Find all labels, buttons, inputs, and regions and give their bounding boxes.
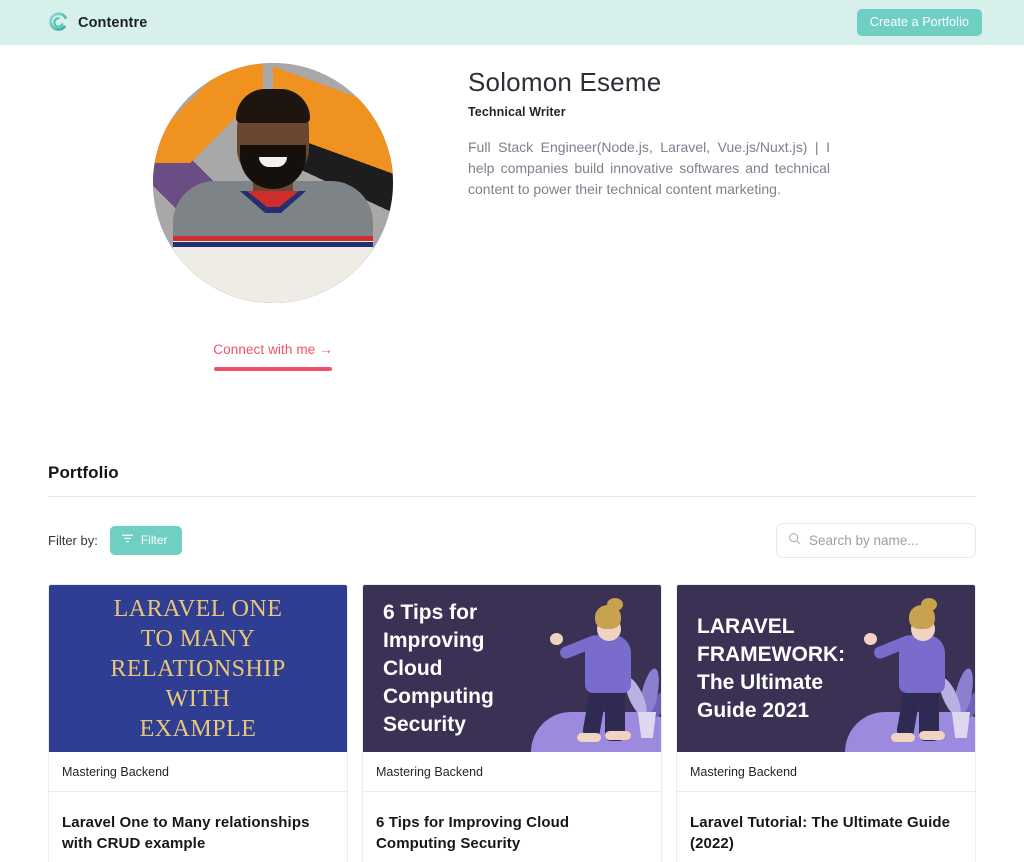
contentre-c-logo-icon: [48, 12, 69, 33]
top-header-bar: Contentre Create a Portfolio: [0, 0, 1024, 45]
profile-section: Connect with me → Solomon Eseme Technica…: [0, 45, 1024, 371]
search-icon: [788, 532, 801, 550]
profile-name: Solomon Eseme: [468, 67, 662, 97]
brand-name-label: Contentre: [78, 14, 148, 31]
brand-logo-group[interactable]: Contentre: [48, 12, 147, 33]
card-source-label: Mastering Backend: [49, 752, 347, 792]
card-source-label: Mastering Backend: [363, 752, 661, 792]
page-title: Portfolio: [48, 463, 119, 482]
search-input[interactable]: [809, 533, 964, 548]
card-thumbnail-text: LARAVEL FRAMEWORK: The Ultimate Guide 20…: [697, 614, 846, 722]
portfolio-card[interactable]: LARAVEL ONE TO MANY RELATIONSHIP WITH EX…: [48, 584, 348, 862]
avatar-person-illustration: [153, 63, 393, 303]
portfolio-card-grid: LARAVEL ONE TO MANY RELATIONSHIP WITH EX…: [48, 584, 976, 862]
portfolio-controls: Filter by: Filter: [48, 523, 976, 558]
card-body: Laravel One to Many relationships with C…: [49, 792, 347, 862]
create-portfolio-button[interactable]: Create a Portfolio: [856, 9, 982, 36]
filter-button-label: Filter: [140, 533, 168, 547]
card-title: 6 Tips for Improving Cloud Computing Sec…: [376, 814, 570, 852]
filter-by-label: Filter by:: [48, 533, 98, 548]
card-title: Laravel One to Many relationships with C…: [62, 814, 310, 852]
card-body: Laravel Tutorial: The Ultimate Guide (20…: [677, 792, 975, 862]
card-thumbnail: 6 Tips for Improving Cloud Computing Sec…: [363, 585, 661, 752]
card-title: Laravel Tutorial: The Ultimate Guide (20…: [690, 814, 951, 852]
filter-group: Filter by: Filter: [48, 526, 182, 555]
profile-bio: Full Stack Engineer(Node.js, Laravel, Vu…: [468, 139, 830, 197]
filter-button[interactable]: Filter: [109, 526, 182, 555]
filter-funnel-icon: [121, 533, 134, 547]
card-body: 6 Tips for Improving Cloud Computing Sec…: [363, 792, 661, 862]
connect-underline-bar: [214, 367, 332, 371]
connect-with-me-group: Connect with me →: [213, 341, 333, 371]
card-source-label: Mastering Backend: [677, 752, 975, 792]
profile-role: Technical Writer: [468, 105, 566, 119]
section-divider: [48, 496, 976, 497]
card-thumbnail-text: 6 Tips for Improving Cloud Computing Sec…: [383, 600, 494, 736]
person-illustration-icon: [835, 585, 975, 752]
search-box[interactable]: [776, 523, 976, 558]
card-thumbnail: LARAVEL FRAMEWORK: The Ultimate Guide 20…: [677, 585, 975, 752]
card-thumbnail: LARAVEL ONE TO MANY RELATIONSHIP WITH EX…: [49, 585, 347, 752]
portfolio-card[interactable]: LARAVEL FRAMEWORK: The Ultimate Guide 20…: [676, 584, 976, 862]
portfolio-section: Portfolio Filter by: Filter Search by na…: [0, 463, 1024, 862]
avatar: [153, 63, 393, 303]
card-thumbnail-text: LARAVEL ONE TO MANY RELATIONSHIP WITH EX…: [110, 595, 286, 742]
portfolio-card[interactable]: 6 Tips for Improving Cloud Computing Sec…: [362, 584, 662, 862]
connect-with-me-link[interactable]: Connect with me →: [213, 342, 333, 357]
avatar-column: Connect with me →: [48, 63, 468, 371]
bio-column: Solomon Eseme Technical Writer Full Stac…: [468, 63, 976, 371]
